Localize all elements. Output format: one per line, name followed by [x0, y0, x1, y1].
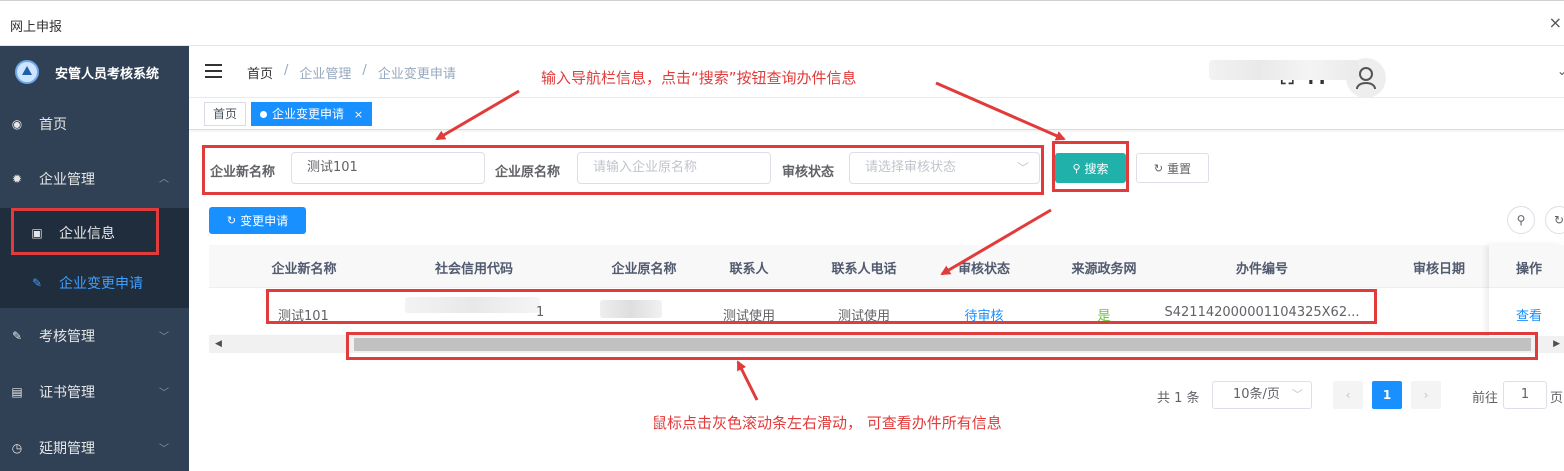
window-close-icon[interactable]: × [1549, 13, 1562, 32]
close-icon[interactable]: × [354, 108, 363, 121]
page-size-select[interactable]: 10条/页 ﹀ [1212, 381, 1312, 409]
breadcrumb-separator: / [362, 63, 367, 78]
col-header: 操作 [1515, 262, 1543, 277]
annotation-bottom: 鼠标点击灰色滚动条左右滑动， 可查看办件所有信息 [652, 414, 1002, 432]
document-icon: ▤ [11, 385, 23, 399]
page-size-value: 10条/页 [1233, 387, 1280, 402]
col-header: 社会信用代码 [434, 262, 514, 277]
chevron-down-icon: ﹀ [1292, 388, 1303, 401]
chevron-up-icon: ︿ [159, 174, 169, 185]
tag-label: 企业变更申请 [272, 107, 345, 121]
new-name-input[interactable]: 测试101 [291, 152, 485, 184]
sidebar-brand[interactable]: 安管人员考核系统 [0, 46, 189, 98]
col-header: 来源政务网 [1071, 262, 1137, 277]
sidebar-item-label: 首页 [39, 117, 67, 133]
sidebar-item-company-change[interactable]: ✎ 企业变更申请 [0, 258, 189, 308]
tags-view: 首页 企业变更申请 × [189, 98, 1564, 130]
refresh-icon: ↻ [226, 214, 237, 227]
col-header: 企业新名称 [271, 262, 337, 277]
col-header: 企业原名称 [611, 262, 677, 277]
breadcrumb-item[interactable]: 首页 [247, 63, 273, 82]
reset-button-label: 重置 [1167, 161, 1192, 176]
window-title: 网上申报 [10, 20, 63, 35]
annotation-box-sidebar [11, 208, 159, 255]
search-icon: ⚲ [1516, 213, 1526, 227]
chevron-down-icon: ﹀ [159, 444, 169, 455]
user-name-blurred [1209, 60, 1359, 80]
goto-suffix: 页 [1550, 391, 1564, 406]
new-name-label: 企业新名称 [210, 165, 276, 180]
brand-name: 安管人员考核系统 [55, 66, 160, 82]
next-page-button[interactable]: › [1411, 381, 1441, 409]
status-select-placeholder: 请选择审核状态 [865, 160, 957, 175]
annotation-box-scrollbar [346, 332, 1538, 360]
status-label: 审核状态 [782, 165, 835, 180]
user-dropdown-icon[interactable]: ⌄ [1557, 64, 1564, 78]
prev-page-button[interactable]: ‹ [1333, 381, 1363, 409]
toggle-search-button[interactable]: ⚲ [1507, 206, 1535, 234]
sidebar-item-label: 考核管理 [39, 329, 95, 345]
time-icon: ◷ [11, 441, 23, 455]
col-header: 联系人电话 [831, 262, 897, 277]
edit-icon: ✎ [11, 329, 23, 343]
tag-company-change[interactable]: 企业变更申请 × [251, 102, 373, 126]
search-button[interactable]: ⚲ 搜索 [1055, 153, 1126, 183]
scroll-right-icon[interactable]: ▶ [1553, 339, 1560, 349]
breadcrumb-item[interactable]: 企业管理 [299, 63, 351, 82]
breadcrumb-item: 企业变更申请 [377, 67, 456, 82]
sidebar-item-label: 企业管理 [39, 172, 95, 188]
col-header: 审核日期 [1412, 262, 1466, 277]
goto-page-input[interactable]: 1 [1503, 381, 1547, 409]
scroll-left-icon[interactable]: ◀ [215, 339, 222, 349]
hamburger-icon[interactable] [205, 64, 222, 78]
old-name-label: 企业原名称 [495, 165, 561, 180]
annotation-top: 输入导航栏信息，点击“搜索”按钮查询办件信息 [541, 69, 857, 87]
logo-icon [15, 60, 39, 84]
page-number-button[interactable]: 1 [1372, 381, 1402, 409]
window-titlebar: 网上申报 × [0, 0, 1564, 46]
col-header: 联系人 [729, 262, 769, 277]
sidebar-item-extension[interactable]: ◷ 延期管理 ﹀ [0, 420, 189, 471]
view-link[interactable]: 查看 [1516, 305, 1542, 324]
sidebar: 安管人员考核系统 ◉ 首页 ✹ 企业管理 ︿ ▣ 企业信息 ✎ 企业变更申请 ✎… [0, 46, 189, 471]
sidebar-item-home[interactable]: ◉ 首页 [0, 98, 189, 150]
arrow-to-scrollbar [736, 360, 759, 401]
sidebar-item-company[interactable]: ✹ 企业管理 ︿ [0, 150, 189, 208]
breadcrumb-separator: / [284, 63, 289, 78]
sidebar-item-assessment[interactable]: ✎ 考核管理 ﹀ [0, 308, 189, 364]
annotation-box-row [266, 289, 1377, 324]
sidebar-item-label: 延期管理 [39, 441, 95, 457]
refresh-button[interactable]: ↻ [1545, 206, 1564, 234]
reset-button[interactable]: ↻ 重置 [1136, 153, 1209, 183]
dashboard-icon: ◉ [11, 117, 23, 131]
change-apply-button[interactable]: ↻ 变更申请 [209, 207, 306, 234]
sidebar-item-label: 证书管理 [39, 385, 95, 401]
change-apply-label: 变更申请 [240, 214, 289, 228]
col-header: 审核状态 [957, 262, 1011, 277]
search-icon: ⚲ [1072, 161, 1081, 175]
status-select[interactable]: 请选择审核状态 ﹀ [849, 152, 1040, 184]
sidebar-item-certificate[interactable]: ▤ 证书管理 ﹀ [0, 364, 189, 420]
refresh-icon: ↻ [1153, 161, 1164, 175]
refresh-icon: ↻ [1553, 213, 1564, 227]
tag-home[interactable]: 首页 [204, 102, 247, 126]
chevron-down-icon: ﹀ [159, 332, 169, 343]
sidebar-item-label: 企业变更申请 [59, 276, 143, 292]
col-header: 办件编号 [1235, 262, 1289, 277]
chevron-down-icon: ﹀ [1016, 161, 1029, 175]
edit-icon: ✎ [31, 276, 43, 290]
pagination-total: 共 1 条 [1157, 391, 1200, 406]
gear-icon: ✹ [11, 172, 23, 186]
goto-label: 前往 [1472, 391, 1499, 406]
search-button-label: 搜索 [1084, 161, 1109, 176]
old-name-input[interactable]: 请输入企业原名称 [577, 152, 771, 184]
navbar: 首页 / 企业管理 / 企业变更申请 ⛶ ᴛT ⌄ [189, 46, 1564, 98]
chevron-down-icon: ﹀ [159, 388, 169, 399]
breadcrumb: 首页 / 企业管理 / 企业变更申请 [247, 63, 456, 82]
